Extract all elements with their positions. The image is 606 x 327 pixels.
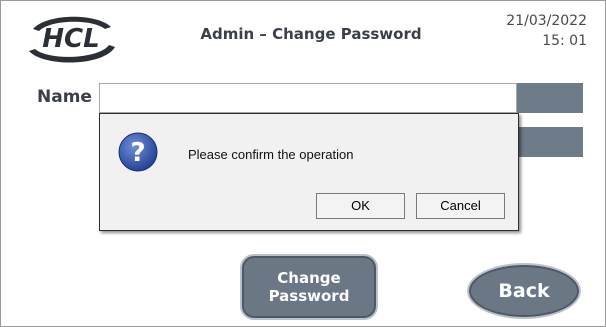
back-label: Back xyxy=(498,280,550,302)
cancel-button[interactable]: Cancel xyxy=(416,193,505,219)
svg-text:?: ? xyxy=(130,138,145,168)
hcl-logo: HCL xyxy=(29,16,115,63)
question-icon: ? xyxy=(118,132,158,172)
ok-button[interactable]: OK xyxy=(316,193,405,219)
svg-text:HCL: HCL xyxy=(42,24,99,54)
dialog-message: Please confirm the operation xyxy=(188,147,354,162)
name-label: Name xyxy=(37,87,92,107)
date-text: 21/03/2022 xyxy=(506,13,587,29)
back-button[interactable]: Back xyxy=(467,263,581,319)
confirm-dialog: ? Please confirm the operation OK Cancel xyxy=(99,113,519,231)
hmi-screen: HCL Admin – Change Password 21/03/2022 1… xyxy=(0,0,606,327)
change-password-button[interactable]: Change Password xyxy=(240,254,378,320)
datetime-display: 21/03/2022 15: 01 xyxy=(506,11,587,51)
time-text: 15: 01 xyxy=(542,33,587,49)
page-title: Admin – Change Password xyxy=(200,25,422,43)
field-background xyxy=(517,127,583,157)
name-input[interactable] xyxy=(99,83,517,113)
change-password-label: Change Password xyxy=(268,269,350,305)
